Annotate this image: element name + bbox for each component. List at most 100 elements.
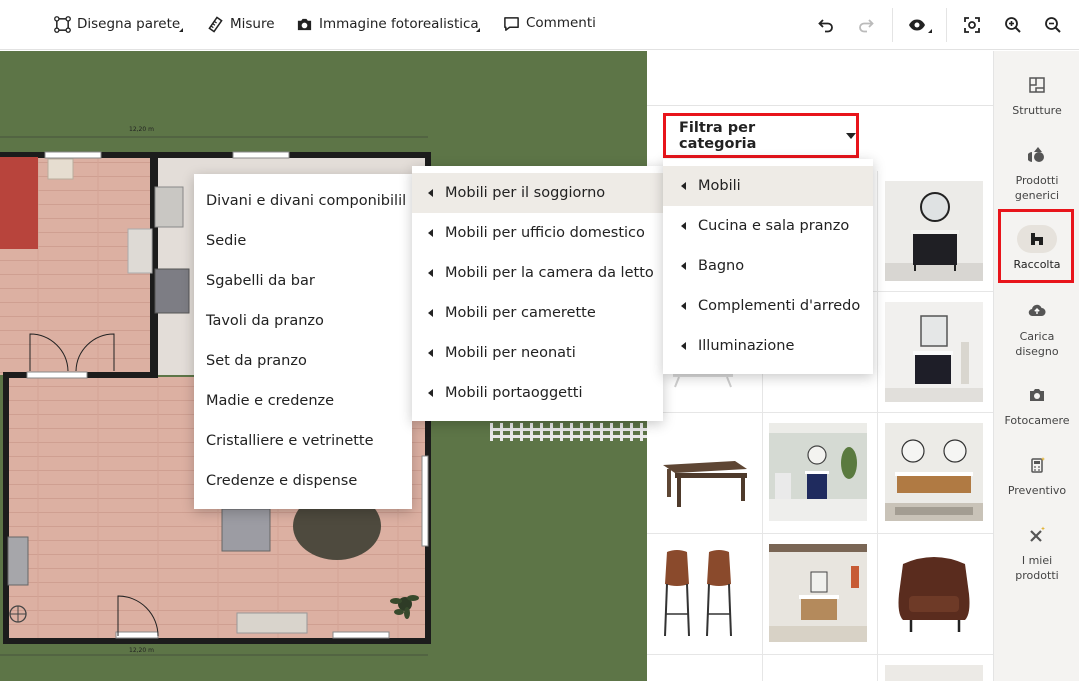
caret-left-icon: [428, 189, 433, 197]
caret-left-icon: [681, 222, 686, 230]
calculator-icon: [1017, 451, 1057, 479]
menu-item[interactable]: Divani e divani componibilil: [194, 181, 412, 221]
measures-label: Misure: [230, 16, 275, 32]
right-sidebar: Strutture Prodotti generici Raccolta Car…: [993, 51, 1079, 681]
zoom-in-icon: [1005, 17, 1021, 33]
redo-button[interactable]: [855, 14, 877, 36]
armchair: [221, 508, 271, 552]
category-item[interactable]: Complementi d'arredo: [663, 286, 873, 326]
subcategory-item[interactable]: Mobili per la camera da letto: [412, 253, 663, 293]
bar-stools-image: [657, 544, 753, 644]
menu-item[interactable]: Sedie: [194, 221, 412, 261]
sidebar-item-my-products[interactable]: I miei prodotti: [994, 521, 1079, 584]
caret-left-icon: [428, 389, 433, 397]
zoom-in-button[interactable]: [1002, 14, 1024, 36]
subcategory-item[interactable]: Mobili per ufficio domestico: [412, 213, 663, 253]
photo-image-button[interactable]: Immagine fotorealistica: [296, 13, 479, 35]
subcategory-item[interactable]: Mobili portaoggetti: [412, 373, 663, 413]
view-options-caret-icon: [928, 29, 932, 33]
bathroom-scene-image: [769, 544, 867, 642]
caret-down-icon: [846, 132, 856, 139]
measures-button[interactable]: Misure: [207, 13, 275, 35]
menu-item[interactable]: Cristalliere e vetrinette: [194, 421, 412, 461]
fit-view-button[interactable]: [961, 14, 983, 36]
bathroom-vanity-image: [885, 302, 983, 402]
double-vanity-image: [885, 423, 983, 521]
sidebar-item-label: Prodotti generici: [1014, 174, 1060, 203]
category-item[interactable]: Bagno: [663, 246, 873, 286]
furniture-image: [885, 665, 983, 681]
product-card[interactable]: [885, 302, 983, 402]
fence: [490, 423, 647, 441]
caret-left-icon: [681, 182, 686, 190]
structures-icon: [1017, 71, 1057, 99]
bathroom-vanity-image: [885, 181, 983, 281]
camera-icon: [1017, 381, 1057, 409]
product-card[interactable]: [769, 544, 867, 642]
sidebar-item-label: Preventivo: [1007, 484, 1067, 497]
menu-item[interactable]: Madie e credenze: [194, 381, 412, 421]
leather-armchair-image: [885, 544, 983, 642]
sidebar-item-label: Carica disegno: [1015, 330, 1059, 359]
view-options-button[interactable]: [906, 14, 928, 36]
category-item[interactable]: Cucina e sala pranzo: [663, 206, 873, 246]
focus-icon: [964, 17, 980, 33]
comments-label: Commenti: [526, 15, 596, 31]
product-card[interactable]: [885, 423, 983, 521]
comments-button[interactable]: Commenti: [503, 12, 596, 34]
draw-wall-label: Disegna parete: [77, 16, 181, 32]
caret-left-icon: [681, 302, 686, 310]
product-card[interactable]: [667, 371, 747, 401]
caret-left-icon: [681, 262, 686, 270]
category-menu: Mobili Cucina e sala pranzo Bagno Comple…: [663, 159, 873, 374]
filter-label: Filtra per categoria: [679, 119, 757, 152]
menu-item[interactable]: Credenze e dispense: [194, 461, 412, 501]
product-card[interactable]: [769, 423, 867, 521]
photo-image-label: Immagine fotorealistica: [319, 16, 479, 32]
caret-left-icon: [428, 229, 433, 237]
eye-icon: [909, 19, 925, 31]
sidebar-item-label: I miei prodotti: [1015, 554, 1059, 583]
product-card[interactable]: [885, 181, 983, 281]
comment-icon: [504, 16, 519, 31]
furniture-image: [673, 371, 733, 388]
sidebar-item-structures[interactable]: Strutture: [994, 71, 1079, 118]
toolbar-divider: [892, 8, 893, 42]
toolbar-divider: [946, 8, 947, 42]
menu-item[interactable]: Sgabelli da bar: [194, 261, 412, 301]
sidebar-item-generic-products[interactable]: Prodotti generici: [994, 141, 1079, 204]
draw-wall-icon: [54, 15, 71, 33]
undo-icon: [818, 19, 833, 33]
sidebar-item-upload-drawing[interactable]: Carica disegno: [994, 297, 1079, 360]
subcategory-item[interactable]: Mobili per camerette: [412, 293, 663, 333]
product-card[interactable]: [657, 544, 753, 644]
filter-by-category-button[interactable]: Filtra per categoria: [663, 113, 859, 158]
sidebar-item-label: Strutture: [1012, 104, 1062, 117]
sidebar-item-collection[interactable]: Raccolta: [994, 225, 1079, 272]
product-card[interactable]: [885, 665, 983, 681]
sidebar-item-quote[interactable]: Preventivo: [994, 451, 1079, 498]
product-card[interactable]: [657, 423, 753, 523]
bed: [0, 157, 38, 249]
undo-button[interactable]: [815, 14, 837, 36]
category-item[interactable]: Mobili: [663, 166, 873, 206]
subcategory-item[interactable]: Mobili per il soggiorno: [412, 173, 663, 213]
zoom-out-icon: [1045, 17, 1061, 33]
category-item[interactable]: Illuminazione: [663, 326, 873, 366]
redo-icon: [859, 19, 874, 33]
zoom-out-button[interactable]: [1042, 14, 1064, 36]
menu-item[interactable]: Set da pranzo: [194, 341, 412, 381]
menu-item[interactable]: Tavoli da pranzo: [194, 301, 412, 341]
dimension-top-label: 12,20 m: [129, 126, 154, 133]
sidebar-item-cameras[interactable]: Fotocamere: [994, 381, 1079, 428]
ruler-icon: [208, 15, 223, 33]
draw-wall-button[interactable]: Disegna parete: [54, 13, 180, 35]
upload-cloud-icon: [1017, 297, 1057, 325]
caret-left-icon: [428, 269, 433, 277]
dimension-bottom-label: 12,20 m: [129, 647, 154, 654]
product-card[interactable]: [885, 544, 983, 642]
sidebar-item-label: Raccolta: [1013, 258, 1061, 271]
my-products-icon: [1017, 521, 1057, 549]
subcategory-item[interactable]: Mobili per neonati: [412, 333, 663, 373]
collection-icon: [1017, 225, 1057, 253]
